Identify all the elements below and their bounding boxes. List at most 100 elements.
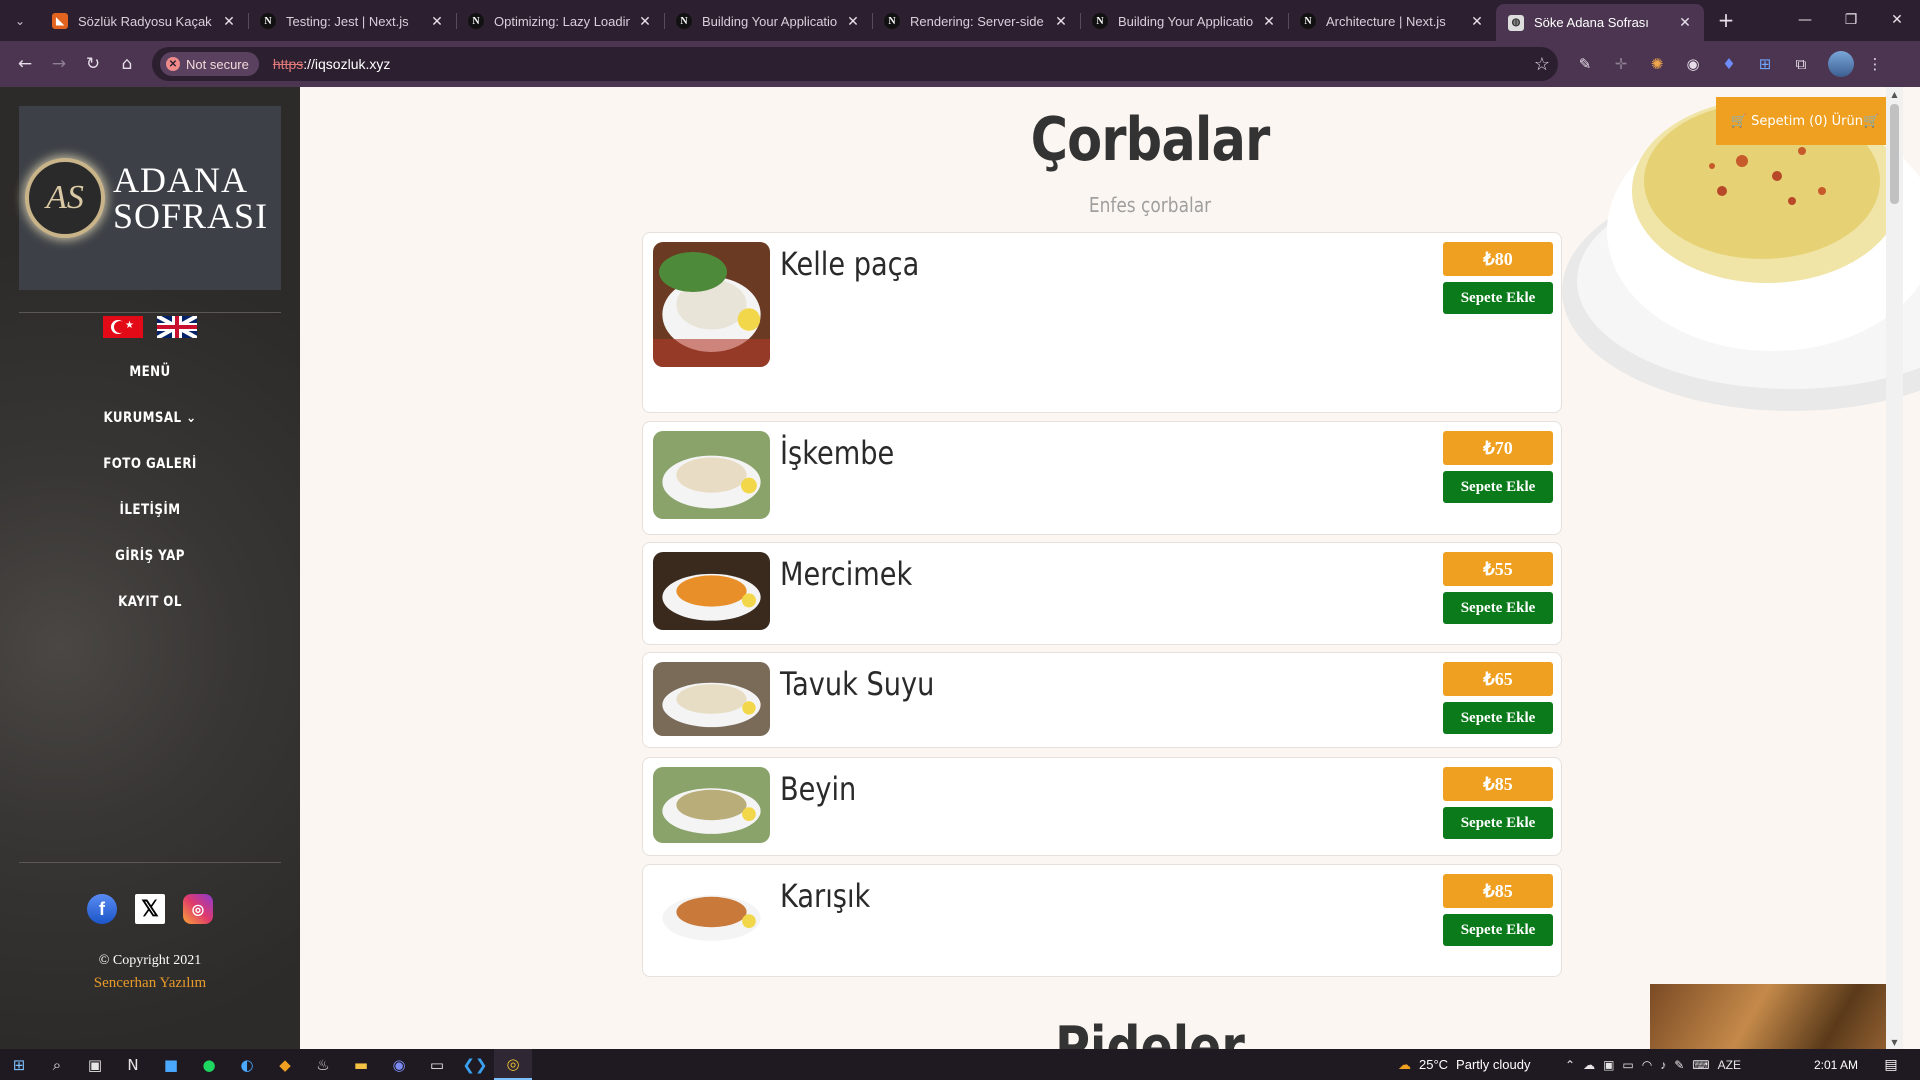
address-bar[interactable]: ✕ Not secure https://iqsozluk.xyz ☆ <box>152 47 1558 81</box>
nav-iletisim[interactable]: İLETİŞİM <box>23 487 278 533</box>
battery-icon[interactable]: ▭ <box>1622 1058 1633 1072</box>
browser-tab[interactable]: ◍ Söke Adana Sofrası ✕ <box>1496 4 1704 41</box>
tray-chevron-icon[interactable]: ⌃ <box>1565 1058 1575 1072</box>
nav-giris-yap[interactable]: GİRİŞ YAP <box>23 533 278 579</box>
add-to-cart-button[interactable]: Sepete Ekle <box>1443 702 1553 734</box>
extensions-area: ✎ ✛ ✺ ◉ ♦ ⊞ ⧉ ⋮ <box>1570 49 1890 79</box>
scroll-down-icon[interactable]: ▼ <box>1886 1035 1903 1049</box>
nav-menu[interactable]: MENÜ <box>23 349 278 395</box>
onedrive-icon[interactable]: ☁ <box>1583 1058 1595 1072</box>
notion-icon[interactable]: N <box>114 1049 152 1080</box>
tab-close-icon[interactable]: ✕ <box>428 13 446 30</box>
tab-close-icon[interactable]: ✕ <box>220 13 238 30</box>
browser-tab[interactable]: N Architecture | Next.js ✕ <box>1288 4 1496 38</box>
tab-search-icon[interactable]: ⌄ <box>0 0 40 41</box>
pen-icon[interactable]: ✎ <box>1674 1058 1684 1072</box>
color-wheel-extension-icon[interactable]: ✺ <box>1642 49 1672 79</box>
section-title: Çorbalar <box>1030 105 1271 175</box>
minimize-icon[interactable]: — <box>1782 0 1828 40</box>
add-to-cart-button[interactable]: Sepete Ekle <box>1443 914 1553 946</box>
add-to-cart-button[interactable]: Sepete Ekle <box>1443 471 1553 503</box>
english-flag-icon[interactable] <box>157 316 197 338</box>
browser-tab[interactable]: ◣ Sözlük Radyosu Kaçak Yay ✕ <box>40 4 248 38</box>
tab-close-icon[interactable]: ✕ <box>636 13 654 30</box>
nav-kurumsal[interactable]: KURUMSAL ⌄ <box>23 395 278 441</box>
soup-photo <box>653 874 770 950</box>
file-explorer-icon[interactable]: ▬ <box>342 1049 380 1080</box>
reload-icon[interactable]: ↻ <box>76 47 110 81</box>
terminal-icon[interactable]: ▭ <box>418 1049 456 1080</box>
instagram-icon[interactable]: ◎ <box>183 894 213 924</box>
logo-line-2: SOFRASI <box>113 196 269 236</box>
store-icon[interactable]: ■ <box>152 1049 190 1080</box>
task-view-icon[interactable]: ▣ <box>76 1049 114 1080</box>
author-link[interactable]: Sencerhan Yazılım <box>0 975 300 992</box>
meet-icon[interactable]: ▣ <box>1603 1058 1614 1072</box>
nav-kayit-ol[interactable]: KAYIT OL <box>23 579 278 625</box>
item-price-badge: ₺70 <box>1443 431 1553 465</box>
browser-tab[interactable]: N Rendering: Server-side Re ✕ <box>872 4 1080 38</box>
next-section-title: Pideler <box>1055 1015 1245 1049</box>
close-window-icon[interactable]: ✕ <box>1874 0 1920 40</box>
git-icon[interactable]: ◆ <box>266 1049 304 1080</box>
clock[interactable]: 2:01 AM <box>1814 1049 1858 1080</box>
add-to-cart-button[interactable]: Sepete Ekle <box>1443 282 1553 314</box>
tab-close-icon[interactable]: ✕ <box>1676 14 1694 31</box>
puzzle-extensions-icon[interactable]: ⧉ <box>1786 49 1816 79</box>
add-to-cart-button[interactable]: Sepete Ekle <box>1443 592 1553 624</box>
translate-extension-icon[interactable]: ⊞ <box>1750 49 1780 79</box>
messenger-icon[interactable]: ◐ <box>228 1049 266 1080</box>
system-tray: ⌃ ☁ ▣ ▭ ◠ ♪ ✎ ⌨ AZE <box>1565 1049 1741 1080</box>
notifications-icon[interactable]: ▤ <box>1876 1049 1906 1080</box>
tab-close-icon[interactable]: ✕ <box>1468 13 1486 30</box>
bookmark-star-icon[interactable]: ☆ <box>1534 54 1550 75</box>
wifi-icon[interactable]: ◠ <box>1642 1058 1652 1072</box>
language-switcher: ★ <box>0 316 300 338</box>
volume-icon[interactable]: ♪ <box>1660 1058 1666 1072</box>
add-to-cart-button[interactable]: Sepete Ekle <box>1443 807 1553 839</box>
input-language[interactable]: AZE <box>1718 1058 1741 1072</box>
soup-photo <box>653 431 770 519</box>
eyedropper-icon[interactable]: ✎ <box>1570 49 1600 79</box>
back-icon[interactable]: ← <box>8 47 42 81</box>
restore-icon[interactable]: ❐ <box>1828 0 1874 40</box>
kebab-menu-icon[interactable]: ⋮ <box>1860 49 1890 79</box>
windows-start-icon[interactable]: ⊞ <box>0 1049 38 1080</box>
discord-icon[interactable]: ◉ <box>380 1049 418 1080</box>
page-scrollbar[interactable]: ▲ ▼ <box>1886 87 1903 1049</box>
soup-photo <box>653 242 770 367</box>
spotify-icon[interactable]: ● <box>190 1049 228 1080</box>
x-twitter-icon[interactable]: 𝕏 <box>135 894 165 924</box>
facebook-icon[interactable]: f <box>87 894 117 924</box>
new-tab-button[interactable]: + <box>1708 2 1744 38</box>
home-icon[interactable]: ⌂ <box>110 47 144 81</box>
scroll-up-icon[interactable]: ▲ <box>1886 87 1903 101</box>
browser-tab[interactable]: N Building Your Application: ✕ <box>1080 4 1288 38</box>
weather-widget[interactable]: ☁ 25°C Partly cloudy <box>1398 1049 1530 1080</box>
drop-extension-icon[interactable]: ♦ <box>1714 49 1744 79</box>
sidebar-divider-top <box>19 312 281 313</box>
turkish-flag-icon[interactable]: ★ <box>103 316 143 338</box>
ruler-extension-icon[interactable]: ✛ <box>1606 49 1636 79</box>
browser-tab[interactable]: N Testing: Jest | Next.js ✕ <box>248 4 456 38</box>
tab-close-icon[interactable]: ✕ <box>1052 13 1070 30</box>
tab-close-icon[interactable]: ✕ <box>1260 13 1278 30</box>
steam-icon[interactable]: ♨ <box>304 1049 342 1080</box>
security-badge[interactable]: ✕ Not secure <box>160 52 259 76</box>
profile-avatar[interactable] <box>1828 51 1854 77</box>
tab-close-icon[interactable]: ✕ <box>844 13 862 30</box>
cart-button[interactable]: 🛒 Sepetim (0) Ürün🛒 <box>1716 97 1894 145</box>
forward-icon[interactable]: → <box>42 47 76 81</box>
browser-tab[interactable]: N Building Your Application: ✕ <box>664 4 872 38</box>
browser-tab[interactable]: N Optimizing: Lazy Loading ✕ <box>456 4 664 38</box>
eye-extension-icon[interactable]: ◉ <box>1678 49 1708 79</box>
logo-monogram: AS <box>25 158 105 238</box>
search-icon[interactable]: ⌕ <box>38 1049 76 1080</box>
keyboard-icon[interactable]: ⌨ <box>1692 1058 1709 1072</box>
site-logo[interactable]: AS ADANA SOFRASI <box>19 106 281 290</box>
sidebar-nav: MENÜ KURUMSAL ⌄ FOTO GALERİ İLETİŞİM GİRİŞ Y… <box>0 349 300 625</box>
vscode-icon[interactable]: ❮❯ <box>456 1049 494 1080</box>
chrome-icon[interactable]: ◎ <box>494 1049 532 1080</box>
scroll-thumb[interactable] <box>1890 104 1899 204</box>
nav-foto-galeri[interactable]: FOTO GALERİ <box>23 441 278 487</box>
